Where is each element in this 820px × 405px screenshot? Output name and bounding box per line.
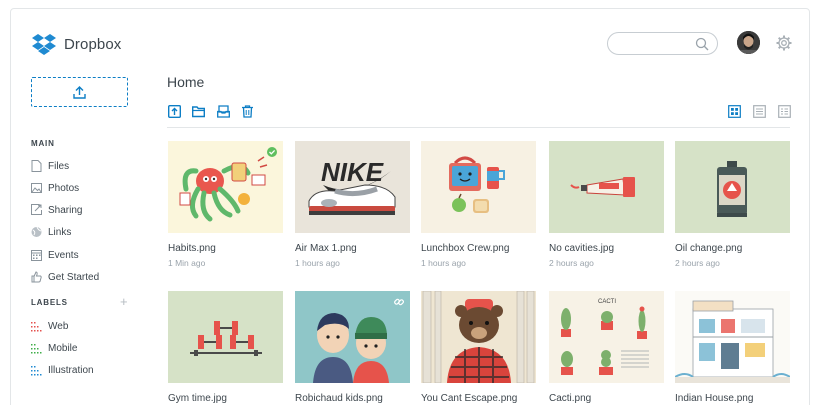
file-name[interactable]: Oil change.png xyxy=(675,243,790,254)
trash-icon[interactable] xyxy=(241,105,254,118)
grid-view-icon[interactable] xyxy=(728,105,741,118)
gear-icon[interactable] xyxy=(776,35,792,51)
sidebar-item-links[interactable]: Links xyxy=(31,225,71,239)
detail-view-icon[interactable] xyxy=(778,105,791,118)
photo-icon xyxy=(31,183,42,193)
file-tile-cacti[interactable]: CACTI Cacti.png xyxy=(549,291,664,404)
hand-icon xyxy=(31,271,42,283)
file-tile-gym-time[interactable]: Gym time.jpg xyxy=(168,291,283,404)
sidebar-item-label: Events xyxy=(48,249,79,261)
calendar-icon xyxy=(31,250,42,261)
file-name[interactable]: Air Max 1.png xyxy=(295,243,410,254)
synced-check-icon xyxy=(267,147,277,157)
file-thumbnail[interactable] xyxy=(421,291,536,383)
sidebar-item-label: Get Started xyxy=(48,271,100,283)
search-box[interactable] xyxy=(607,32,718,55)
file-icon xyxy=(31,160,42,172)
dropbox-logo[interactable]: Dropbox xyxy=(32,33,121,55)
labels-section-heading: LABELS xyxy=(31,298,68,307)
file-name[interactable]: You Cant Escape.png xyxy=(421,393,536,404)
file-name[interactable]: Lunchbox Crew.png xyxy=(421,243,536,254)
file-tile-no-cavities[interactable]: No cavities.jpg 2 hours ago xyxy=(549,141,664,268)
file-date: 1 hours ago xyxy=(295,258,340,268)
file-date: 1 hours ago xyxy=(421,258,466,268)
label-item-text: Web xyxy=(48,320,69,332)
toothpaste-illustration xyxy=(549,141,664,233)
sidebar-item-get-started[interactable]: Get Started xyxy=(31,270,99,284)
file-name[interactable]: Cacti.png xyxy=(549,393,664,404)
file-name[interactable]: Habits.png xyxy=(168,243,283,254)
link-icon xyxy=(31,226,42,237)
avatar[interactable] xyxy=(737,31,760,54)
file-tile-air-max[interactable]: NIKE Air Max 1.png 1 hours ago xyxy=(295,141,410,268)
upload-icon xyxy=(73,85,86,99)
new-folder-icon[interactable] xyxy=(192,105,205,118)
file-tile-robichaud-kids[interactable]: Robichaud kids.png xyxy=(295,291,410,404)
label-item-web[interactable]: Web xyxy=(31,319,68,333)
file-name[interactable]: Robichaud kids.png xyxy=(295,393,410,404)
habits-illustration xyxy=(168,141,283,233)
search-input[interactable] xyxy=(608,33,693,54)
sidebar-item-label: Links xyxy=(48,226,72,238)
add-label-button[interactable]: + xyxy=(120,295,128,308)
upload-file-icon[interactable] xyxy=(168,105,181,118)
bear-illustration xyxy=(421,291,536,383)
file-thumbnail[interactable] xyxy=(295,291,410,383)
avatar-image xyxy=(737,31,760,54)
sidebar-item-events[interactable]: Events xyxy=(31,248,79,262)
sidebar-item-label: Sharing xyxy=(48,204,83,216)
shared-folder-icon[interactable] xyxy=(217,105,230,118)
file-thumbnail[interactable] xyxy=(675,291,790,383)
sidebar-item-photos[interactable]: Photos xyxy=(31,181,79,195)
sidebar-item-label: Files xyxy=(48,160,70,172)
list-view-icon[interactable] xyxy=(753,105,766,118)
sidebar-item-sharing[interactable]: Sharing xyxy=(31,203,82,217)
label-dots-icon xyxy=(31,366,42,376)
main-section-heading: MAIN xyxy=(31,139,55,148)
file-tile-lunchbox[interactable]: Lunchbox Crew.png 1 hours ago xyxy=(421,141,536,268)
sidebar-item-label: Photos xyxy=(48,182,80,194)
file-thumbnail[interactable] xyxy=(549,141,664,233)
dropbox-icon xyxy=(32,34,56,55)
file-name[interactable]: Indian House.png xyxy=(675,393,790,404)
gym-illustration xyxy=(168,291,283,383)
file-tile-habits[interactable]: Habits.png 1 Min ago xyxy=(168,141,283,268)
label-item-illustration[interactable]: Illustration xyxy=(31,363,94,377)
app-name: Dropbox xyxy=(64,35,122,53)
upload-button[interactable] xyxy=(31,77,128,107)
file-thumbnail[interactable] xyxy=(675,141,790,233)
toolbar-divider xyxy=(167,127,790,128)
file-date: 1 Min ago xyxy=(168,258,206,268)
file-thumbnail[interactable]: NIKE xyxy=(295,141,410,233)
file-tile-indian-house[interactable]: Indian House.png xyxy=(675,291,790,404)
label-item-text: Illustration xyxy=(48,364,94,376)
file-thumbnail[interactable]: CACTI xyxy=(549,291,664,383)
cacti-title: CACTI xyxy=(598,299,616,305)
lunchbox-illustration xyxy=(421,141,536,233)
file-name[interactable]: No cavities.jpg xyxy=(549,243,664,254)
house-illustration xyxy=(675,291,790,383)
label-item-mobile[interactable]: Mobile xyxy=(31,341,77,355)
sidebar-item-files[interactable]: Files xyxy=(31,159,69,173)
svg-text:NIKE: NIKE xyxy=(321,157,384,187)
share-icon xyxy=(31,204,42,215)
label-dots-icon xyxy=(31,322,42,332)
file-tile-you-cant-escape[interactable]: You Cant Escape.png xyxy=(421,291,536,404)
label-item-text: Mobile xyxy=(48,342,78,354)
sneaker-illustration: NIKE xyxy=(295,141,410,233)
file-thumbnail[interactable] xyxy=(168,291,283,383)
oil-can-illustration xyxy=(675,141,790,233)
file-thumbnail[interactable] xyxy=(168,141,283,233)
page-title: Home xyxy=(167,74,205,90)
shared-link-icon xyxy=(394,298,404,306)
file-date: 2 hours ago xyxy=(675,258,720,268)
file-date: 2 hours ago xyxy=(549,258,594,268)
file-thumbnail[interactable] xyxy=(421,141,536,233)
search-icon[interactable] xyxy=(695,37,709,51)
file-tile-oil-change[interactable]: Oil change.png 2 hours ago xyxy=(675,141,790,268)
label-dots-icon xyxy=(31,344,42,354)
kids-illustration xyxy=(295,291,410,383)
cacti-illustration: CACTI xyxy=(549,291,664,383)
file-name[interactable]: Gym time.jpg xyxy=(168,393,283,404)
